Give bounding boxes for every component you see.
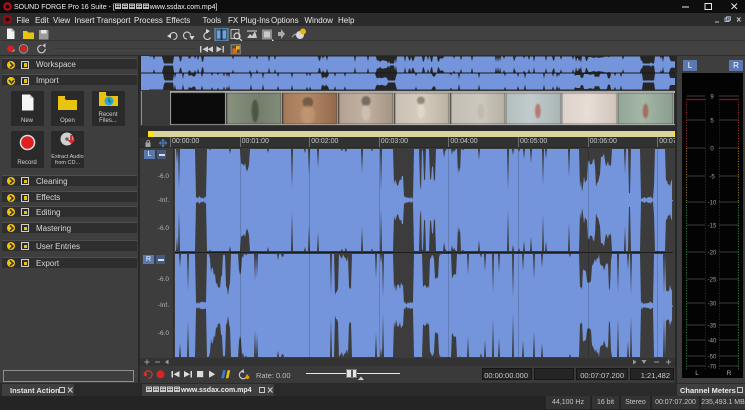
svg-text:-25: -25 (708, 278, 717, 284)
svg-text:-10: -10 (708, 201, 717, 207)
svg-text:0: 0 (710, 147, 714, 153)
svg-text:-15: -15 (708, 224, 717, 230)
svg-text:L: L (695, 370, 699, 377)
svg-text:R: R (727, 370, 732, 377)
svg-text:-40: -40 (708, 339, 717, 345)
svg-text:-20: -20 (708, 251, 717, 257)
svg-text:5: 5 (710, 119, 714, 125)
svg-text:-30: -30 (708, 302, 717, 308)
svg-text:9: 9 (710, 95, 714, 101)
svg-text:-35: -35 (708, 324, 717, 330)
svg-text:-70: -70 (708, 365, 717, 371)
svg-text:-5: -5 (709, 175, 715, 181)
svg-text:-50: -50 (708, 355, 717, 361)
